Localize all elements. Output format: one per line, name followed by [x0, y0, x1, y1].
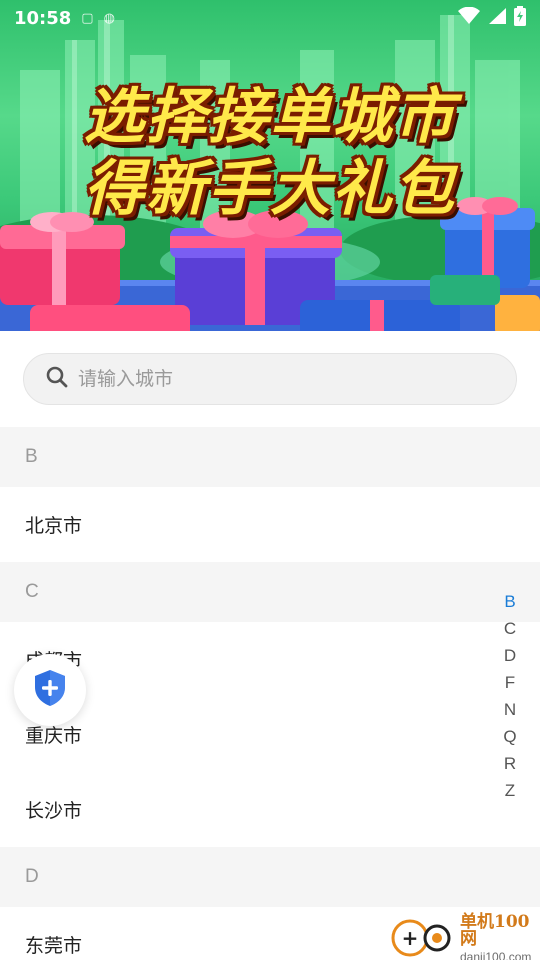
- banner-headline-2: 得新手大礼包: [84, 154, 456, 224]
- search-icon: [46, 366, 68, 392]
- section-letter: D: [25, 866, 39, 887]
- index-letter-f[interactable]: F: [505, 669, 515, 696]
- index-letter-b[interactable]: B: [504, 588, 515, 615]
- city-name: 东莞市: [25, 935, 83, 957]
- site-watermark: + 单机100网 danji100.com: [390, 911, 540, 960]
- city-item[interactable]: 北京市: [0, 487, 540, 562]
- promo-banner[interactable]: 10:58 ▢ ◍ 选择接单城市 得新手大礼包: [0, 0, 540, 331]
- search-input[interactable]: [78, 368, 478, 390]
- alphabet-index[interactable]: B C D F N Q R Z: [496, 588, 524, 804]
- city-name: 北京市: [25, 515, 83, 537]
- notification-icon: ◍: [103, 10, 115, 26]
- shield-plus-icon: [33, 669, 67, 711]
- watermark-url: danji100.com: [460, 949, 532, 960]
- index-letter-c[interactable]: C: [504, 615, 516, 642]
- city-item[interactable]: 长沙市: [0, 772, 540, 847]
- index-letter-r[interactable]: R: [504, 750, 516, 777]
- section-letter: B: [25, 446, 38, 467]
- section-header-c: C: [0, 562, 540, 622]
- wifi-icon: [458, 6, 480, 30]
- index-letter-z[interactable]: Z: [505, 777, 515, 804]
- watermark-logo-icon: +: [390, 914, 456, 960]
- svg-text:+: +: [402, 926, 419, 950]
- status-time: 10:58: [14, 7, 72, 29]
- battery-icon: [514, 5, 526, 31]
- index-letter-n[interactable]: N: [504, 696, 516, 723]
- notification-icon: ▢: [81, 10, 94, 26]
- watermark-name: 单机100网: [460, 911, 530, 949]
- signal-icon: [488, 7, 506, 30]
- index-letter-d[interactable]: D: [504, 642, 516, 669]
- section-letter: C: [25, 581, 39, 602]
- section-header-b: B: [0, 427, 540, 487]
- security-float-button[interactable]: [14, 654, 86, 726]
- status-bar: 10:58 ▢ ◍: [0, 0, 540, 36]
- section-header-d: D: [0, 847, 540, 907]
- city-name: 长沙市: [25, 800, 83, 822]
- index-letter-q[interactable]: Q: [503, 723, 516, 750]
- city-search-box[interactable]: [23, 353, 517, 405]
